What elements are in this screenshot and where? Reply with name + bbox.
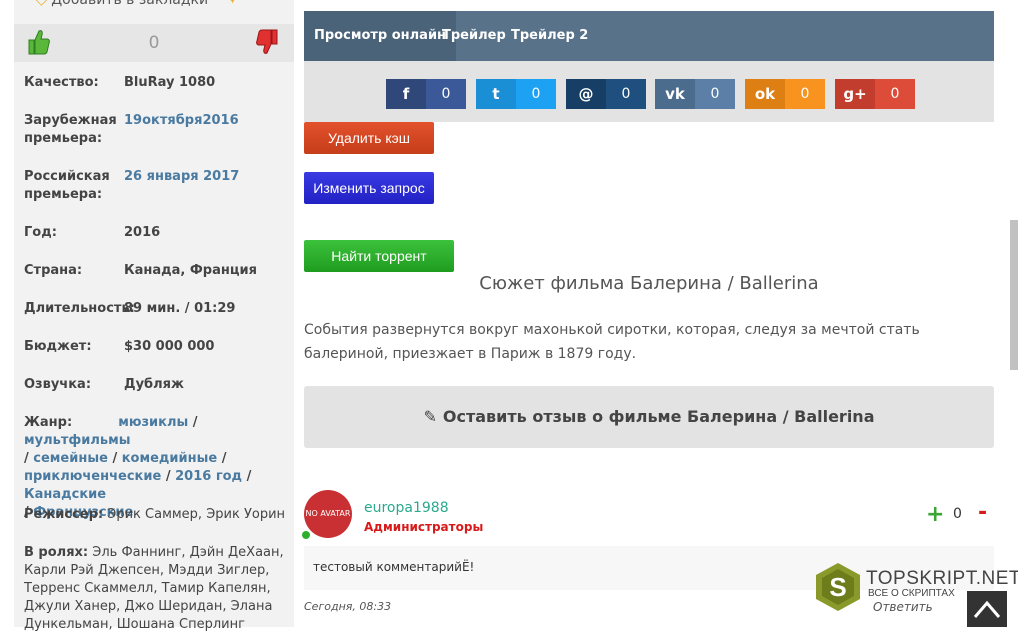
comment-rating: 0 [953, 506, 962, 522]
comment-username[interactable]: europa1988 [364, 500, 449, 516]
info-label: Бюджет: [24, 339, 92, 354]
share-count: 0 [441, 86, 451, 102]
info-value: 89 мин. / 01:29 [124, 301, 236, 316]
bookmark-label: Добавить в закладки [51, 0, 209, 8]
leave-review-button[interactable]: ✎ Оставить отзыв о фильме Балерина / Ball… [304, 386, 994, 448]
info-row-cast: В ролях: Эль Фаннинг, Дэйн ДеХаан, Карли… [24, 544, 286, 634]
plot-description: События развернутся вокруг махонькой сир… [304, 322, 920, 362]
vk-icon: vk [655, 79, 695, 109]
share-bar: f 0 t 0 @ 0 vk 0 ok 0 g+ 0 [304, 61, 994, 122]
comment-date: Сегодня, 08:33 [304, 600, 392, 613]
watermark-brand: TOPSKRIPT.NET [866, 568, 1018, 589]
info-label: В ролях: [24, 545, 89, 560]
info-value: Эрик Саммер, Эрик Уорин [107, 507, 286, 522]
share-count: 0 [531, 86, 541, 102]
chevron-up-icon [973, 600, 1001, 618]
scroll-to-top-button[interactable] [967, 591, 1007, 627]
genre-link[interactable]: 2016 год [175, 469, 242, 484]
share-twitter-button[interactable]: t 0 [476, 79, 556, 109]
comment-user-role: Администраторы [364, 520, 484, 534]
info-label: Год: [24, 225, 57, 240]
share-count: 0 [890, 86, 900, 102]
clear-cache-button[interactable]: Удалить кэш [304, 122, 434, 154]
info-label: Качество: [24, 75, 99, 90]
info-row-director: Режиссер: Эрик Саммер, Эрик Уорин [24, 506, 286, 524]
info-label: Страна: [24, 263, 83, 278]
info-value: 2016 [124, 225, 161, 240]
plot-title: Сюжет фильма Балерина / Ballerina [479, 273, 819, 294]
star-icon: ✦ [226, 0, 239, 8]
genre-link[interactable]: мюзиклы [118, 415, 188, 430]
edit-icon: ✎ [423, 407, 437, 426]
info-label: Жанр: [24, 415, 73, 430]
share-count: 0 [800, 86, 810, 102]
ok-icon: ok [745, 79, 785, 109]
online-indicator [302, 531, 310, 539]
find-torrent-button[interactable]: Найти торрент [304, 240, 454, 272]
info-label: Режиссер: [24, 507, 104, 522]
facebook-icon: f [386, 79, 426, 109]
tab-trailer-2[interactable]: Трейлер 2 [501, 11, 598, 61]
reply-link[interactable]: Ответить [873, 600, 933, 614]
share-count: 0 [710, 86, 720, 102]
info-value: $30 000 000 [124, 339, 215, 354]
share-google-plus-button[interactable]: g+ 0 [835, 79, 915, 109]
share-facebook-button[interactable]: f 0 [386, 79, 466, 109]
info-value: BluRay 1080 [124, 75, 216, 90]
svg-text:S: S [829, 572, 846, 602]
rate-up-button[interactable]: + [926, 502, 944, 527]
player-tabs: Просмотр онлайн Трейлер Трейлер 2 [304, 11, 994, 61]
genre-link[interactable]: мультфильмы [24, 433, 131, 448]
share-mail-button[interactable]: @ 0 [566, 79, 646, 109]
rate-down-button[interactable]: - [978, 500, 987, 525]
vote-count: 0 [148, 33, 160, 53]
share-vk-button[interactable]: vk 0 [655, 79, 735, 109]
info-value[interactable]: 26 января 2017 [124, 168, 239, 186]
genre-link[interactable]: Канадские [24, 487, 106, 502]
share-count: 0 [621, 86, 631, 102]
avatar[interactable]: NO AVATAR [304, 490, 352, 538]
watermark-tagline: ВСЕ О СКРИПТАХ [868, 588, 955, 599]
genre-link[interactable]: приключенческие [24, 469, 161, 484]
share-ok-button[interactable]: ok 0 [745, 79, 825, 109]
scrollbar-thumb[interactable] [1010, 220, 1018, 370]
comment-text: тестовый комментарийЁ! [313, 560, 475, 574]
info-label: Зарубежная премьера: [24, 113, 117, 146]
info-label: Российская премьера: [24, 169, 110, 202]
info-label: Длительность: [24, 301, 135, 316]
google-plus-icon: g+ [835, 79, 875, 109]
review-button-label: Оставить отзыв о фильме Балерина / Balle… [442, 407, 875, 426]
genre-link[interactable]: комедийные [122, 451, 217, 466]
movie-info-sidebar: ◇ Добавить в закладки ✦ 0 Качество: BluR… [14, 0, 294, 632]
topskript-logo: S [816, 563, 860, 611]
change-query-button[interactable]: Изменить запрос [304, 172, 434, 204]
mail-icon: @ [566, 79, 606, 109]
twitter-icon: t [476, 79, 516, 109]
bookmark-icon: ◇ [36, 0, 47, 8]
thumbs-down-icon[interactable] [256, 28, 280, 56]
vote-bar: 0 [14, 24, 294, 62]
info-value: Дубляж [124, 377, 184, 392]
info-label: Озвучка: [24, 377, 92, 392]
bookmark-link[interactable]: ◇ Добавить в закладки ✦ [36, 0, 238, 8]
info-value: Канада, Франция [124, 263, 257, 278]
info-value[interactable]: 19октября2016 [124, 112, 239, 130]
genre-link[interactable]: семейные [33, 451, 108, 466]
